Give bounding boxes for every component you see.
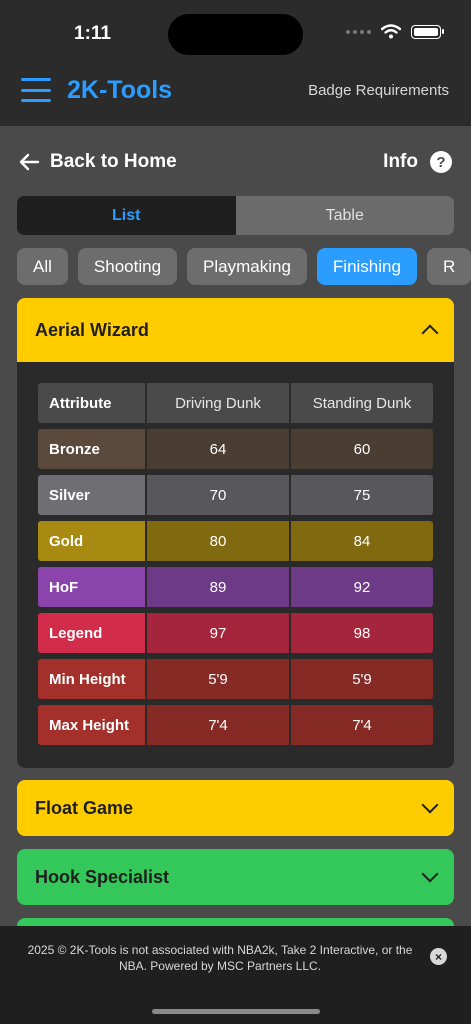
- top-bar: 1:11 2K-Tools Badge Requirements: [0, 0, 471, 126]
- chip-playmaking[interactable]: Playmaking: [187, 248, 307, 285]
- row-label: HoF: [38, 567, 145, 607]
- row-label: Gold: [38, 521, 145, 561]
- row-value: 60: [291, 429, 433, 469]
- table-header-row: Attribute Driving Dunk Standing Dunk: [38, 383, 433, 423]
- header-standing-dunk: Standing Dunk: [291, 383, 433, 423]
- row-value: 5'9: [147, 659, 289, 699]
- footer-disclaimer: 2025 © 2K-Tools is not associated with N…: [27, 943, 413, 973]
- wifi-icon: [381, 24, 401, 39]
- badge-requirements-link[interactable]: Badge Requirements: [308, 82, 449, 99]
- close-icon[interactable]: ×: [430, 948, 447, 965]
- table-row: Bronze 64 60: [38, 429, 433, 469]
- chip-finishing[interactable]: Finishing: [316, 248, 417, 285]
- table-row: Max Height 7'4 7'4: [38, 705, 433, 745]
- badge-card-header-hook-specialist[interactable]: Hook Specialist: [17, 849, 454, 905]
- row-value: 64: [147, 429, 289, 469]
- badge-name: Hook Specialist: [35, 866, 170, 887]
- info-label: Info: [383, 151, 418, 172]
- chevron-up-icon: [421, 324, 439, 342]
- info-button[interactable]: Info ?: [383, 151, 452, 173]
- row-value: 75: [291, 475, 433, 515]
- row-label: Silver: [38, 475, 145, 515]
- row-label: Min Height: [38, 659, 145, 699]
- view-toggle: List Table: [17, 196, 454, 235]
- table-row: Gold 80 84: [38, 521, 433, 561]
- chip-all[interactable]: All: [17, 248, 68, 285]
- arrow-left-icon: [19, 153, 40, 171]
- header-attribute: Attribute: [38, 383, 145, 423]
- chip-partial[interactable]: R: [426, 248, 471, 285]
- back-label: Back to Home: [50, 151, 177, 172]
- row-value: 7'4: [291, 705, 433, 745]
- chevron-down-icon: [421, 796, 439, 814]
- battery-icon: [411, 24, 444, 39]
- question-circle-icon: ?: [430, 151, 452, 173]
- status-time: 1:11: [74, 23, 111, 44]
- chip-shooting[interactable]: Shooting: [77, 248, 178, 285]
- table-row: Legend 97 98: [38, 613, 433, 653]
- tab-list[interactable]: List: [17, 196, 236, 235]
- row-value: 80: [147, 521, 289, 561]
- badge-name: Float Game: [35, 797, 134, 818]
- header-driving-dunk: Driving Dunk: [147, 383, 289, 423]
- chevron-down-icon: [421, 865, 439, 883]
- badge-card-header-aerial-wizard[interactable]: Aerial Wizard: [17, 298, 454, 362]
- status-icons: [346, 24, 444, 39]
- row-value: 89: [147, 567, 289, 607]
- category-filter-chips: All Shooting Playmaking Finishing R: [17, 248, 471, 285]
- row-label: Max Height: [38, 705, 145, 745]
- row-value: 5'9: [291, 659, 433, 699]
- table-row: HoF 89 92: [38, 567, 433, 607]
- badge-card-header-float-game[interactable]: Float Game: [17, 780, 454, 836]
- row-value: 97: [147, 613, 289, 653]
- tab-table[interactable]: Table: [236, 196, 455, 235]
- badge-name: Aerial Wizard: [35, 319, 149, 340]
- badge-card-body-aerial-wizard: Attribute Driving Dunk Standing Dunk Bro…: [17, 362, 454, 768]
- cellular-signal-icon: [346, 29, 371, 34]
- badge-requirements-table: Attribute Driving Dunk Standing Dunk Bro…: [36, 377, 435, 751]
- row-value: 84: [291, 521, 433, 561]
- table-row: Silver 70 75: [38, 475, 433, 515]
- row-label: Legend: [38, 613, 145, 653]
- home-indicator[interactable]: [152, 1009, 320, 1014]
- row-value: 7'4: [147, 705, 289, 745]
- row-value: 70: [147, 475, 289, 515]
- row-label: Bronze: [38, 429, 145, 469]
- hamburger-menu-icon[interactable]: [21, 78, 51, 102]
- brand-title[interactable]: 2K-Tools: [67, 76, 172, 105]
- table-row: Min Height 5'9 5'9: [38, 659, 433, 699]
- row-value: 92: [291, 567, 433, 607]
- row-value: 98: [291, 613, 433, 653]
- back-to-home-button[interactable]: Back to Home: [18, 151, 177, 173]
- dynamic-island: [168, 14, 303, 55]
